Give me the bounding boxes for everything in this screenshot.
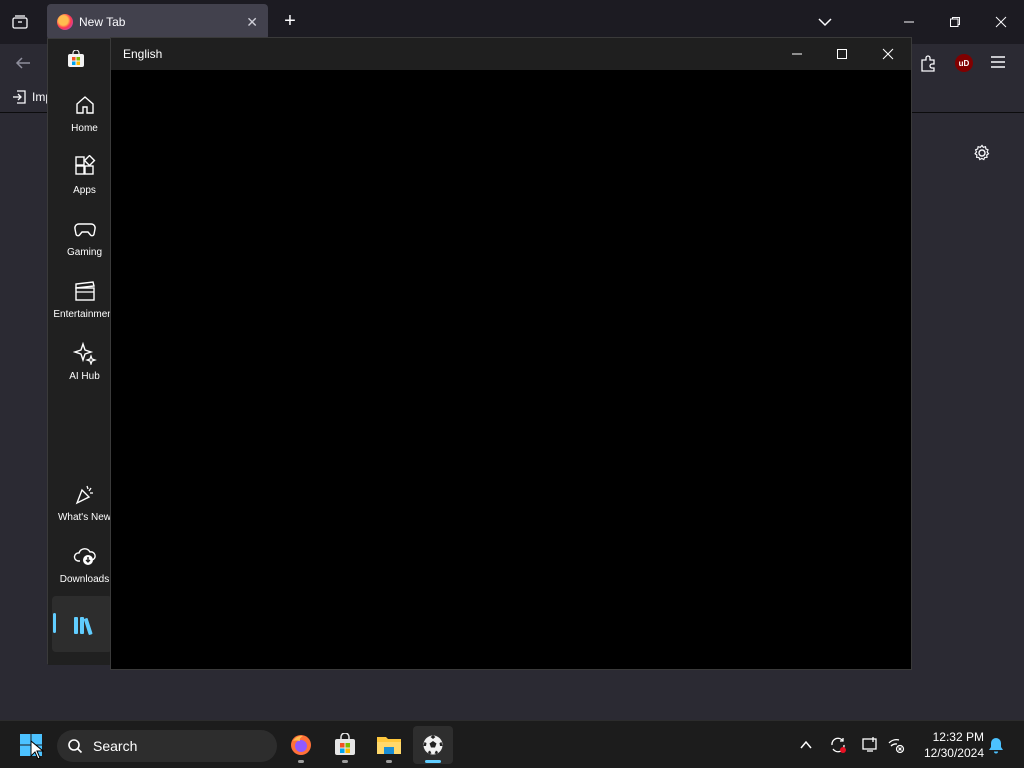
sync-icon[interactable] — [828, 735, 848, 755]
ublock-origin-icon[interactable]: uD — [955, 54, 973, 72]
store-icon — [335, 733, 355, 755]
english-window-title-bar[interactable]: English — [111, 38, 911, 70]
running-indicator — [342, 760, 348, 763]
running-indicator — [386, 760, 392, 763]
mouse-cursor-icon — [30, 740, 44, 760]
window-title: English — [123, 47, 163, 61]
taskbar: Search 12:32 PM 12/30/2024 — [0, 720, 1024, 768]
search-placeholder: Search — [93, 738, 138, 754]
home-icon — [75, 96, 94, 114]
new-tab-button[interactable]: + — [279, 10, 301, 32]
sidebar-item-label: Apps — [73, 185, 96, 196]
close-tab-icon[interactable]: ✕ — [246, 14, 258, 31]
back-arrow-icon[interactable] — [14, 54, 34, 74]
english-window: English — [110, 37, 912, 670]
taskbar-firefox[interactable] — [281, 726, 321, 764]
store-sidebar: Home Apps Gaming Entertainment AI Hub Wh… — [48, 39, 116, 665]
clock-time: 12:32 PM — [932, 730, 984, 744]
sidebar-item-label: AI Hub — [69, 371, 100, 382]
import-icon — [13, 90, 26, 104]
firefox-icon — [57, 14, 73, 30]
sidebar-item-label: Downloads — [59, 574, 110, 585]
minimize-button[interactable] — [897, 10, 921, 34]
system-clock[interactable]: 12:32 PM 12/30/2024 — [914, 729, 984, 761]
taskbar-file-explorer[interactable] — [369, 726, 409, 764]
close-button[interactable] — [878, 44, 898, 64]
sidebar-item-label: Gaming — [66, 247, 102, 258]
maximize-button[interactable] — [832, 44, 852, 64]
clock-date: 12/30/2024 — [923, 746, 984, 760]
chevron-down-icon[interactable] — [815, 12, 835, 32]
close-button[interactable] — [989, 10, 1013, 34]
firefox-icon — [291, 735, 311, 755]
party-popper-icon — [75, 485, 93, 505]
restore-button[interactable] — [943, 10, 967, 34]
notification-bell-icon[interactable] — [986, 735, 1006, 755]
hamburger-menu-icon[interactable] — [990, 55, 1008, 73]
gear-icon[interactable] — [972, 143, 994, 165]
running-indicator — [298, 760, 304, 763]
file-explorer-icon — [377, 737, 401, 754]
chevron-up-icon[interactable] — [796, 735, 816, 755]
apps-icon — [74, 155, 95, 175]
browser-tab[interactable]: New Tab ✕ — [47, 4, 268, 40]
import-bookmarks-button[interactable]: Imp — [12, 90, 52, 104]
gamepad-icon — [73, 223, 96, 237]
active-indicator — [425, 760, 441, 763]
sparkle-icon — [72, 341, 97, 365]
taskbar-soccer-app[interactable] — [413, 726, 453, 764]
soccer-ball-icon — [422, 734, 444, 756]
list-all-tabs-icon[interactable] — [8, 10, 32, 34]
taskbar-search[interactable]: Search — [57, 730, 277, 762]
search-icon — [68, 739, 83, 754]
cloud-download-icon — [73, 548, 96, 565]
sidebar-item-label: Entertainment — [53, 309, 116, 320]
store-logo-icon — [67, 49, 85, 68]
library-icon — [74, 617, 93, 635]
display-icon[interactable] — [860, 735, 880, 755]
selected-indicator — [53, 613, 56, 633]
clapperboard-icon — [74, 281, 95, 301]
tab-title: New Tab — [79, 15, 126, 29]
minimize-button[interactable] — [787, 44, 807, 64]
taskbar-microsoft-store[interactable] — [325, 726, 365, 764]
sidebar-item-label: Home — [71, 123, 98, 134]
extensions-icon[interactable] — [919, 54, 939, 74]
no-network-icon[interactable] — [886, 735, 906, 755]
sidebar-item-label: What's New — [57, 512, 112, 523]
